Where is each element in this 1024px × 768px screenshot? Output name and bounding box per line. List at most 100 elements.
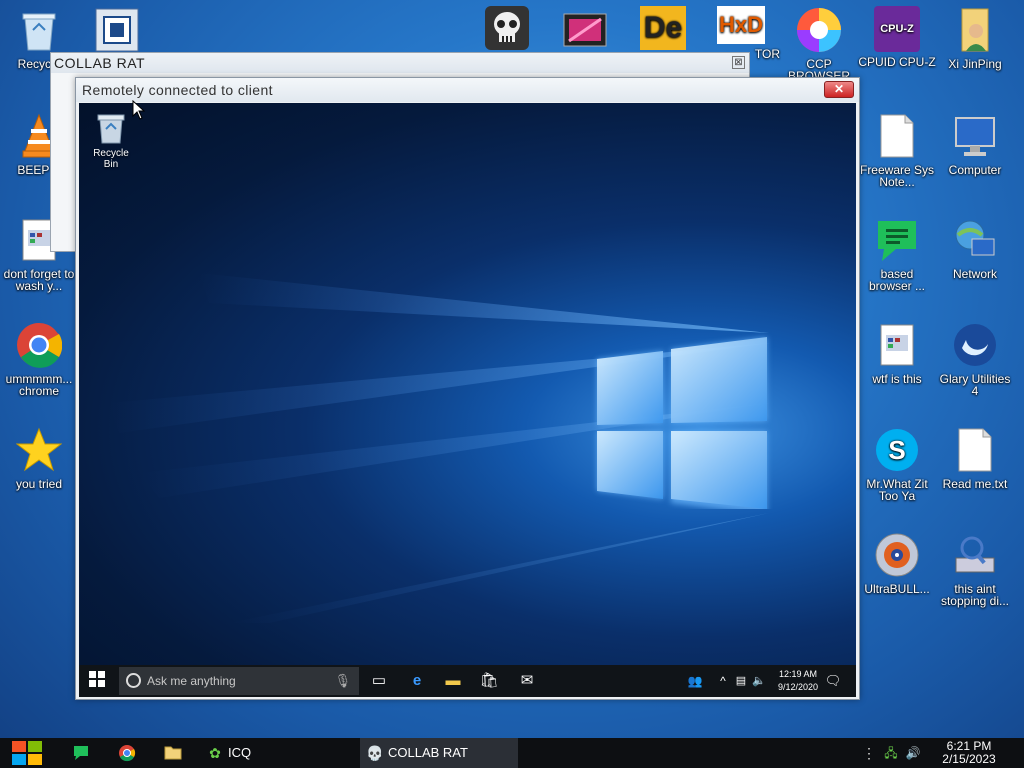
desktop-icon-label: Network — [952, 267, 997, 281]
desktop-icon-skull[interactable] — [468, 6, 546, 54]
document-icon — [873, 321, 921, 369]
desktop-icon-film[interactable] — [546, 6, 624, 58]
remote-clock-date: 9/12/2020 — [777, 682, 819, 692]
remote-search-placeholder: Ask me anything — [147, 674, 236, 688]
taskbar-item-label: COLLAB RAT — [388, 745, 468, 760]
desktop-icon-label: you tried — [15, 477, 63, 491]
desktop-icon-virtualbox[interactable] — [78, 6, 156, 58]
mail-icon[interactable]: ✉ — [517, 671, 537, 691]
hxd-icon: HxD — [717, 6, 765, 44]
remote-search-box[interactable]: Ask me anything 🎙 — [119, 667, 359, 695]
task-view-icon[interactable]: ▭ — [369, 671, 389, 691]
svg-text:S: S — [888, 435, 905, 465]
recycle-bin-icon — [15, 6, 63, 54]
windows-start-icon — [89, 671, 105, 687]
remote-recycle-bin-icon[interactable]: Recycle Bin — [85, 111, 137, 170]
collab-rat-title: COLLAB RAT — [54, 55, 146, 71]
remote-desktop-screen[interactable]: Recycle Bin Ask me anything 🎙 ▭ e ▬ 🛍 ✉ … — [79, 103, 856, 697]
collab-rat-icon: 💀 — [366, 745, 384, 761]
remote-window-titlebar[interactable]: Remotely connected to client — [76, 78, 859, 102]
disc-icon — [873, 531, 921, 579]
taskbar-item-icq[interactable]: ✿ ICQ — [200, 738, 355, 768]
desktop-icon-label: CCP BROWSER — [787, 57, 850, 78]
skull-icon — [485, 6, 529, 50]
de-icon: De — [640, 6, 686, 50]
remote-client-window[interactable]: Remotely connected to client ✕ Recycle B… — [75, 77, 860, 700]
network-tray-icon[interactable]: ▤ — [731, 671, 751, 691]
desktop-icon-freeware-sys-note[interactable]: Freeware Sys Note... — [858, 112, 936, 188]
file-explorer-icon[interactable]: ▬ — [443, 671, 463, 691]
taskbar-item-collab-rat[interactable]: 💀 COLLAB RAT — [360, 738, 518, 768]
folder-user-icon — [951, 6, 999, 54]
store-icon[interactable]: 🛍 — [479, 671, 499, 691]
skype-icon: S — [873, 426, 921, 474]
desktop-icon-label: Read me.txt — [942, 477, 1008, 491]
desktop-icon-label: Glary Utilities 4 — [939, 372, 1011, 398]
remote-start-button[interactable] — [87, 671, 107, 691]
tray-more-icon[interactable]: ⋮ — [860, 744, 878, 762]
text-file-icon — [873, 112, 921, 160]
people-icon[interactable]: 👥 — [685, 671, 705, 691]
pinned-folder-icon[interactable] — [164, 744, 182, 762]
virtualbox-icon — [93, 6, 141, 54]
star-icon — [15, 426, 63, 474]
icq-icon: ✿ — [209, 745, 221, 761]
collab-rat-titlebar[interactable]: COLLAB RAT — [51, 53, 749, 73]
action-center-icon[interactable]: 🗨 — [823, 671, 843, 691]
desktop-icon-you-tried[interactable]: you tried — [0, 426, 78, 490]
desktop-icon-ccp-browser[interactable]: CCP BROWSER — [780, 6, 858, 78]
desktop-icon-computer[interactable]: Computer — [936, 112, 1014, 176]
desktop-icon-xi-jinping[interactable]: Xi JinPing — [936, 6, 1014, 70]
desktop-icon-based-browser[interactable]: based browser ... — [858, 216, 936, 292]
network-icon — [951, 216, 999, 264]
desktop-icon-label: Mr.What Zit Too Ya — [866, 477, 928, 503]
desktop-icon-label: Xi JinPing — [948, 57, 1002, 71]
volume-icon[interactable]: 🔊 — [904, 744, 922, 762]
scanner-icon — [951, 531, 999, 579]
desktop-icon-this-aint-stopping[interactable]: this aint stopping di... — [936, 531, 1014, 607]
pinned-notes-icon[interactable] — [72, 744, 90, 762]
remote-clock[interactable]: 12:19 AM 9/12/2020 — [773, 668, 823, 694]
edge-icon[interactable]: e — [407, 671, 427, 691]
desktop-icon-read-me[interactable]: Read me.txt — [936, 426, 1014, 490]
desktop-icon-label: UltraBULL... — [864, 582, 930, 596]
taskbar-item-label: ICQ — [228, 745, 252, 760]
recycle-bin-icon — [95, 111, 127, 145]
taskbar: ✿ ICQ 💀 COLLAB RAT ⋮ 🖧 🔊 6:21 PM 2/15/20… — [0, 738, 1024, 768]
desktop-icon-wtf-is-this[interactable]: wtf is this — [858, 321, 936, 385]
remote-recycle-bin-label: Recycle Bin — [93, 148, 129, 170]
cpuz-icon: CPU-Z — [874, 6, 920, 52]
text-file-icon — [951, 426, 999, 474]
network-tray-icon[interactable]: 🖧 — [882, 744, 900, 762]
desktop-icon-label: ummmmm... chrome — [5, 372, 73, 398]
remote-window-title: Remotely connected to client — [82, 82, 273, 98]
desktop-icon-de[interactable]: De — [624, 6, 702, 54]
microphone-icon[interactable]: 🎙 — [334, 667, 351, 695]
glary-icon — [951, 321, 999, 369]
clock-date: 2/15/2023 — [942, 752, 996, 766]
cortana-icon — [126, 673, 141, 688]
desktop-icon-ultrabull[interactable]: UltraBULL... — [858, 531, 936, 595]
film-icon — [561, 6, 609, 54]
pinned-chrome-icon[interactable] — [118, 744, 136, 762]
computer-icon — [951, 112, 999, 160]
chrome-icon — [15, 321, 63, 369]
desktop-icon-network[interactable]: Network — [936, 216, 1014, 280]
desktop-icon-label: dont forget to wash y... — [3, 267, 75, 293]
collab-rat-close-button[interactable]: ⊠ — [732, 56, 745, 69]
desktop-icon-label: Freeware Sys Note... — [859, 163, 935, 189]
desktop-icon-mr-what-zit[interactable]: S Mr.What Zit Too Ya — [858, 426, 936, 502]
desktop-icon-label: based browser ... — [868, 267, 925, 293]
desktop-icon-glary-utilities[interactable]: Glary Utilities 4 — [936, 321, 1014, 397]
desktop-icon-chrome[interactable]: ummmmm... chrome — [0, 321, 78, 397]
volume-icon[interactable]: 🔈 — [749, 671, 769, 691]
remote-window-close-button[interactable]: ✕ — [824, 81, 854, 98]
desktop-icon-cpuz[interactable]: CPU-Z CPUID CPU-Z — [858, 6, 936, 68]
desktop-icon-label: CPUID CPU-Z — [858, 55, 936, 69]
ccp-browser-icon — [795, 6, 843, 54]
remote-taskbar: Ask me anything 🎙 ▭ e ▬ 🛍 ✉ 👥 ^ ▤ 🔈 12:1… — [79, 665, 856, 697]
windows-start-icon — [12, 741, 42, 765]
start-button[interactable] — [10, 739, 44, 767]
tray-chevron-icon[interactable]: ^ — [713, 671, 733, 691]
taskbar-clock[interactable]: 6:21 PM 2/15/2023 — [930, 740, 1008, 766]
